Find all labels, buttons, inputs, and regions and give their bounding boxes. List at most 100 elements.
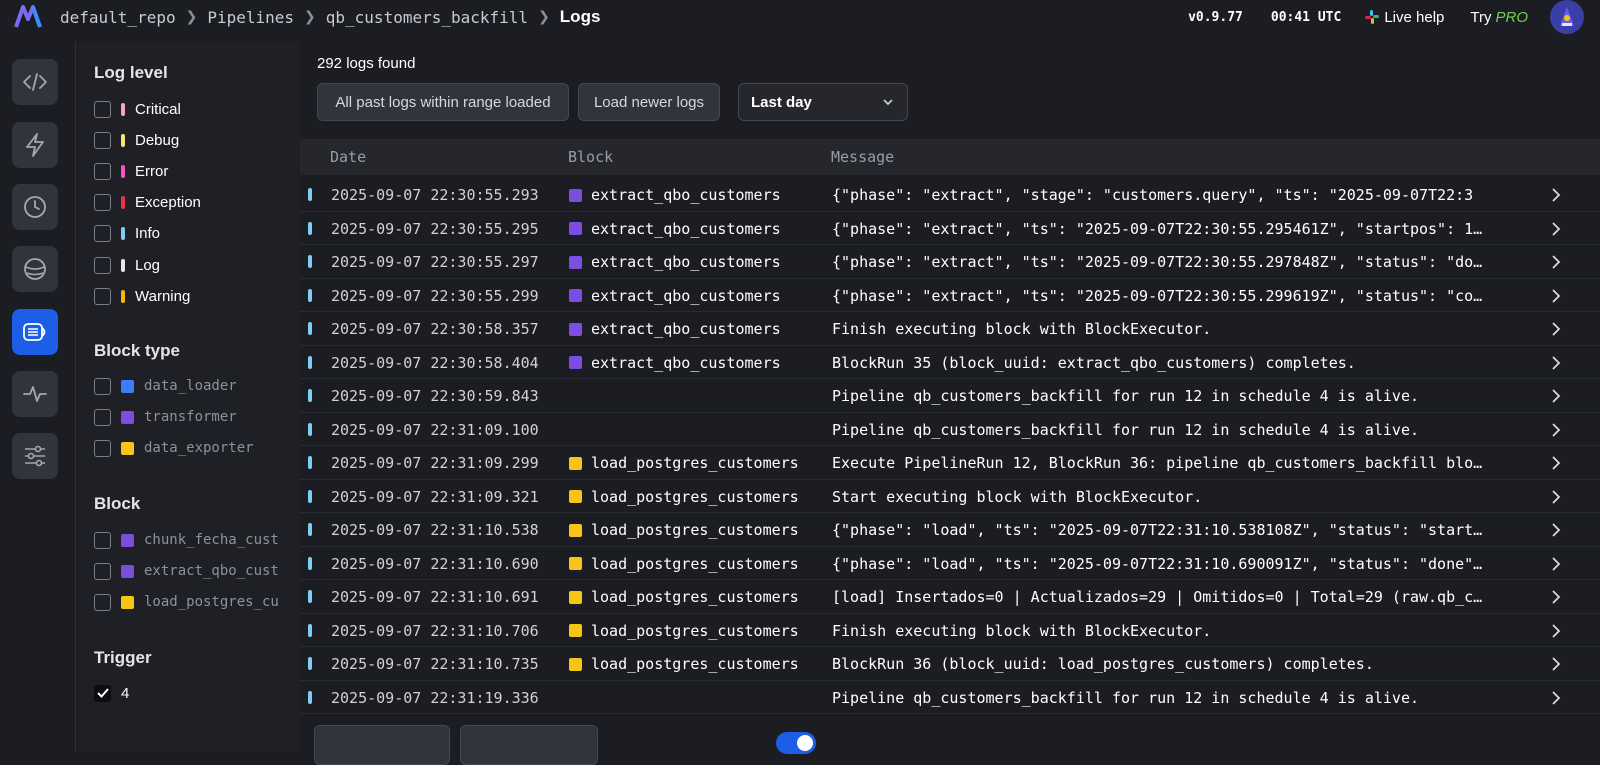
breadcrumb-separator-icon: ❯ xyxy=(304,9,316,25)
chevron-right-icon[interactable] xyxy=(1550,187,1562,203)
filter-info[interactable]: Info xyxy=(94,223,160,243)
chevron-right-icon[interactable] xyxy=(1550,690,1562,706)
log-row[interactable]: 2025-09-07 22:31:09.100 Pipeline qb_custo… xyxy=(300,413,1600,446)
log-row[interactable]: 2025-09-07 22:30:55.299 extract_qbo_custo… xyxy=(300,279,1600,312)
log-row[interactable]: 2025-09-07 22:31:10.538 load_postgres_cus… xyxy=(300,513,1600,547)
level-color-bar xyxy=(121,133,125,147)
nav-logs[interactable] xyxy=(12,309,58,355)
nav-settings[interactable] xyxy=(12,433,58,479)
breadcrumb-repo[interactable]: default_repo xyxy=(60,8,176,27)
filter-block-extract[interactable]: extract_qbo_cust xyxy=(94,561,279,581)
filter-block-load[interactable]: load_postgres_cu xyxy=(94,592,279,612)
breadcrumb-pipeline[interactable]: qb_customers_backfill xyxy=(326,8,528,27)
checkbox[interactable] xyxy=(94,439,111,457)
navigation-rail xyxy=(0,42,76,752)
checkbox[interactable] xyxy=(94,100,111,118)
filter-data-exporter[interactable]: data_exporter xyxy=(94,438,254,458)
checkbox[interactable] xyxy=(94,193,111,211)
chevron-right-icon[interactable] xyxy=(1550,522,1562,538)
chevron-right-icon[interactable] xyxy=(1550,455,1562,471)
filter-log[interactable]: Log xyxy=(94,255,160,275)
filter-label: Exception xyxy=(135,193,201,211)
log-row[interactable]: 2025-09-07 22:31:10.735 load_postgres_cus… xyxy=(300,647,1600,681)
nav-monitor[interactable] xyxy=(12,371,58,417)
breadcrumb-pipelines[interactable]: Pipelines xyxy=(207,8,294,27)
breadcrumb-separator-icon: ❯ xyxy=(185,9,198,25)
checkbox[interactable] xyxy=(94,131,111,149)
log-row[interactable]: 2025-09-07 22:30:58.404 extract_qbo_custo… xyxy=(300,346,1600,379)
block-name: extract_qbo_customers xyxy=(591,286,781,305)
filter-data-loader[interactable]: data_loader xyxy=(94,376,237,396)
log-block: extract_qbo_customers xyxy=(569,287,781,305)
chevron-right-icon[interactable] xyxy=(1550,355,1562,371)
column-message[interactable]: Message xyxy=(831,148,894,166)
checkbox[interactable] xyxy=(94,377,111,395)
checkbox[interactable] xyxy=(94,562,111,580)
column-block[interactable]: Block xyxy=(568,148,613,166)
log-row[interactable]: 2025-09-07 22:31:09.299 load_postgres_cus… xyxy=(300,446,1600,480)
filter-exception[interactable]: Exception xyxy=(94,192,201,212)
chevron-right-icon[interactable] xyxy=(1550,422,1562,438)
filter-block-chunk[interactable]: chunk_fecha_cust xyxy=(94,530,279,550)
nav-runs[interactable] xyxy=(12,184,58,230)
chevron-right-icon[interactable] xyxy=(1550,388,1562,404)
log-row[interactable]: 2025-09-07 22:31:19.336 Pipeline qb_custo… xyxy=(300,681,1600,714)
log-row[interactable]: 2025-09-07 22:30:55.297 extract_qbo_custo… xyxy=(300,245,1600,279)
filter-warning[interactable]: Warning xyxy=(94,286,190,306)
block-color-square xyxy=(569,322,582,336)
load-newer-logs-button[interactable]: Load newer logs xyxy=(578,83,720,121)
log-row[interactable]: 2025-09-07 22:30:59.843 Pipeline qb_custo… xyxy=(300,379,1600,413)
toggle-switch[interactable] xyxy=(776,732,816,754)
avatar[interactable] xyxy=(1550,0,1584,34)
time-range-select[interactable]: Last day xyxy=(738,83,908,121)
mage-logo-icon[interactable] xyxy=(14,5,42,29)
try-label: Try xyxy=(1470,8,1492,26)
past-logs-button[interactable]: All past logs within range loaded xyxy=(317,83,569,121)
log-row[interactable]: 2025-09-07 22:31:09.321 load_postgres_cus… xyxy=(300,480,1600,513)
log-row[interactable]: 2025-09-07 22:30:55.295 extract_qbo_custo… xyxy=(300,212,1600,245)
log-date: 2025-09-07 22:31:09.299 xyxy=(331,454,539,472)
chevron-right-icon[interactable] xyxy=(1550,556,1562,572)
checkbox[interactable] xyxy=(94,224,111,242)
checkbox[interactable] xyxy=(94,531,111,549)
log-row[interactable]: 2025-09-07 22:30:55.293 extract_qbo_custo… xyxy=(300,178,1600,212)
bottom-button-left[interactable] xyxy=(314,725,450,765)
filter-transformer[interactable]: transformer xyxy=(94,407,237,427)
checkbox[interactable] xyxy=(94,162,111,180)
chevron-right-icon[interactable] xyxy=(1550,254,1562,270)
live-help-link[interactable]: Live help xyxy=(1365,9,1444,26)
filter-debug[interactable]: Debug xyxy=(94,130,179,150)
logs-icon xyxy=(23,323,46,341)
nav-edit-pipeline[interactable] xyxy=(12,59,58,105)
log-row[interactable]: 2025-09-07 22:31:10.706 load_postgres_cus… xyxy=(300,614,1600,647)
column-date[interactable]: Date xyxy=(330,148,366,166)
block-title: Block xyxy=(94,494,141,513)
filter-error[interactable]: Error xyxy=(94,161,168,181)
block-name: load_postgres_customers xyxy=(591,554,799,573)
nav-backfills[interactable] xyxy=(12,246,58,292)
chevron-right-icon[interactable] xyxy=(1550,589,1562,605)
chevron-right-icon[interactable] xyxy=(1550,288,1562,304)
chevron-right-icon[interactable] xyxy=(1550,221,1562,237)
check-icon xyxy=(96,688,109,698)
checkbox-checked[interactable] xyxy=(94,684,111,702)
nav-triggers[interactable] xyxy=(12,122,58,168)
filter-panel: Log level Critical Debug Error Exception… xyxy=(77,42,299,752)
filter-critical[interactable]: Critical xyxy=(94,99,181,119)
checkbox[interactable] xyxy=(94,287,111,305)
bottom-button-right[interactable] xyxy=(460,725,598,765)
checkbox[interactable] xyxy=(94,593,111,611)
chevron-right-icon[interactable] xyxy=(1550,321,1562,337)
filter-label: Error xyxy=(135,162,169,180)
chevron-right-icon[interactable] xyxy=(1550,656,1562,672)
checkbox[interactable] xyxy=(94,256,111,274)
try-pro-link[interactable]: Try PRO xyxy=(1470,9,1528,26)
checkbox[interactable] xyxy=(94,408,111,426)
level-indicator xyxy=(308,422,312,436)
filter-trigger-4[interactable]: 4 xyxy=(94,683,129,703)
log-row[interactable]: 2025-09-07 22:31:10.691 load_postgres_cus… xyxy=(300,580,1600,614)
chevron-right-icon[interactable] xyxy=(1550,489,1562,505)
log-row[interactable]: 2025-09-07 22:31:10.690 load_postgres_cus… xyxy=(300,547,1600,580)
chevron-right-icon[interactable] xyxy=(1550,623,1562,639)
log-row[interactable]: 2025-09-07 22:30:58.357 extract_qbo_custo… xyxy=(300,312,1600,346)
